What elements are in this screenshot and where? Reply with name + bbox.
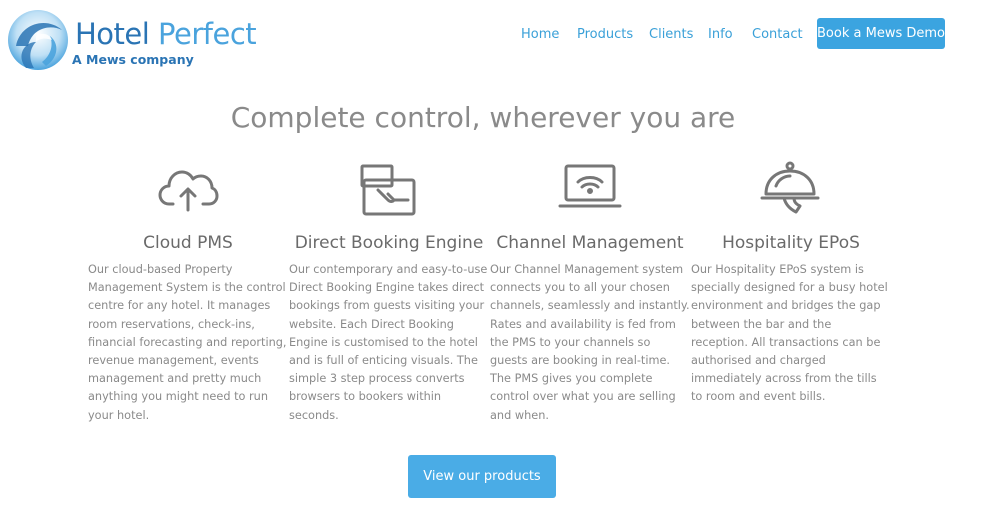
- cloud-upload-icon: [88, 160, 288, 220]
- feature-description: Our cloud-based Property Management Syst…: [88, 263, 287, 422]
- hotel-perfect-logo[interactable]: Hotel Perfect A Mews company: [6, 6, 276, 76]
- brand-name-part1: Hotel: [75, 17, 150, 51]
- brand-name-part2: Perfect: [158, 17, 257, 51]
- page-headline: Complete control, wherever you are: [230, 101, 736, 134]
- nav-products[interactable]: Products: [577, 26, 633, 44]
- nav-contact[interactable]: Contact: [752, 26, 803, 44]
- view-products-button[interactable]: View our products: [408, 455, 556, 498]
- feature-description: Our Channel Management system connects y…: [490, 263, 690, 422]
- feature-title: Hospitality EPoS: [722, 233, 860, 253]
- brand-tagline: A Mews company: [72, 52, 194, 67]
- feature-description: Our contemporary and easy-to-use Direct …: [289, 263, 488, 422]
- serving-cloche-icon: [691, 160, 891, 220]
- laptop-wifi-icon: [490, 160, 690, 220]
- nav-clients[interactable]: Clients: [649, 26, 693, 44]
- site-header: Hotel Perfect A Mews company Home Produc…: [0, 0, 1000, 90]
- feature-description: Our Hospitality EPoS system is specially…: [691, 263, 888, 404]
- nav-info[interactable]: Info: [708, 26, 733, 44]
- nav-home[interactable]: Home: [521, 26, 559, 44]
- card-payment-icon: [289, 160, 489, 220]
- book-demo-button[interactable]: Book a Mews Demo: [817, 18, 945, 49]
- brand-name: Hotel Perfect: [75, 17, 257, 51]
- hotel-perfect-logo-icon: [8, 10, 68, 70]
